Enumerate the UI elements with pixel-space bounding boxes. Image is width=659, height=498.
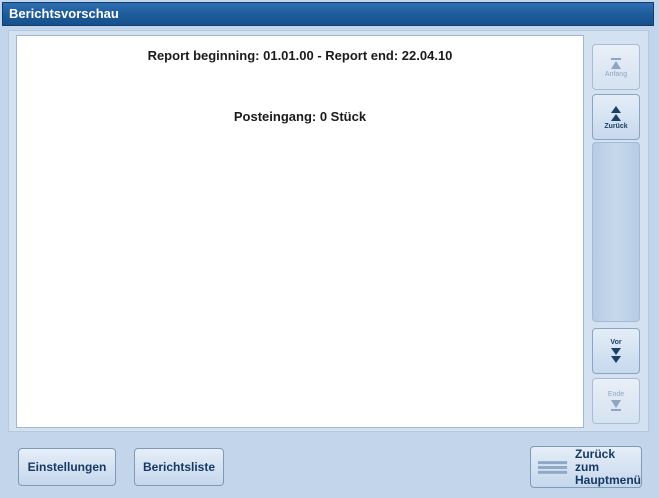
report-preview-area: Report beginning: 01.01.00 - Report end:…: [16, 35, 584, 428]
scroll-next-label: Vor: [610, 338, 622, 346]
report-range-text: Report beginning: 01.01.00 - Report end:…: [147, 48, 453, 63]
scroll-last-button[interactable]: Ende: [592, 378, 640, 424]
main-menu-icon: [537, 461, 568, 474]
footer-bar: Einstellungen Berichtsliste Zurück zum H…: [0, 438, 659, 498]
scroll-next-button[interactable]: Vor: [592, 328, 640, 374]
inbox-count-text: Posteingang: 0 Stück: [233, 109, 367, 124]
back-label-line1: Zurück zum: [575, 446, 616, 474]
scroll-first-label: Anfang: [604, 70, 628, 78]
scroll-track[interactable]: [592, 142, 640, 322]
settings-button[interactable]: Einstellungen: [18, 448, 116, 486]
report-list-button[interactable]: Berichtsliste: [134, 448, 224, 486]
double-arrow-down-icon: [611, 347, 621, 363]
double-arrow-up-icon: [611, 105, 621, 121]
scroll-last-label: Ende: [607, 390, 625, 398]
vertical-scrollbar: Anfang Zurück Vor Ende: [588, 42, 644, 430]
scroll-first-button[interactable]: Anfang: [592, 44, 640, 90]
back-to-main-menu-button[interactable]: Zurück zum Hauptmenü: [530, 446, 642, 488]
window-title: Berichtsvorschau: [9, 6, 119, 21]
scroll-prev-button[interactable]: Zurück: [592, 94, 640, 140]
title-bar: Berichtsvorschau: [2, 2, 654, 26]
arrow-to-top-icon: [611, 57, 621, 69]
back-label-line2: Hauptmenü: [575, 472, 641, 487]
arrow-to-bottom-icon: [611, 399, 621, 411]
report-preview-window: Berichtsvorschau Report beginning: 01.01…: [0, 0, 659, 498]
scroll-prev-label: Zurück: [604, 122, 628, 130]
